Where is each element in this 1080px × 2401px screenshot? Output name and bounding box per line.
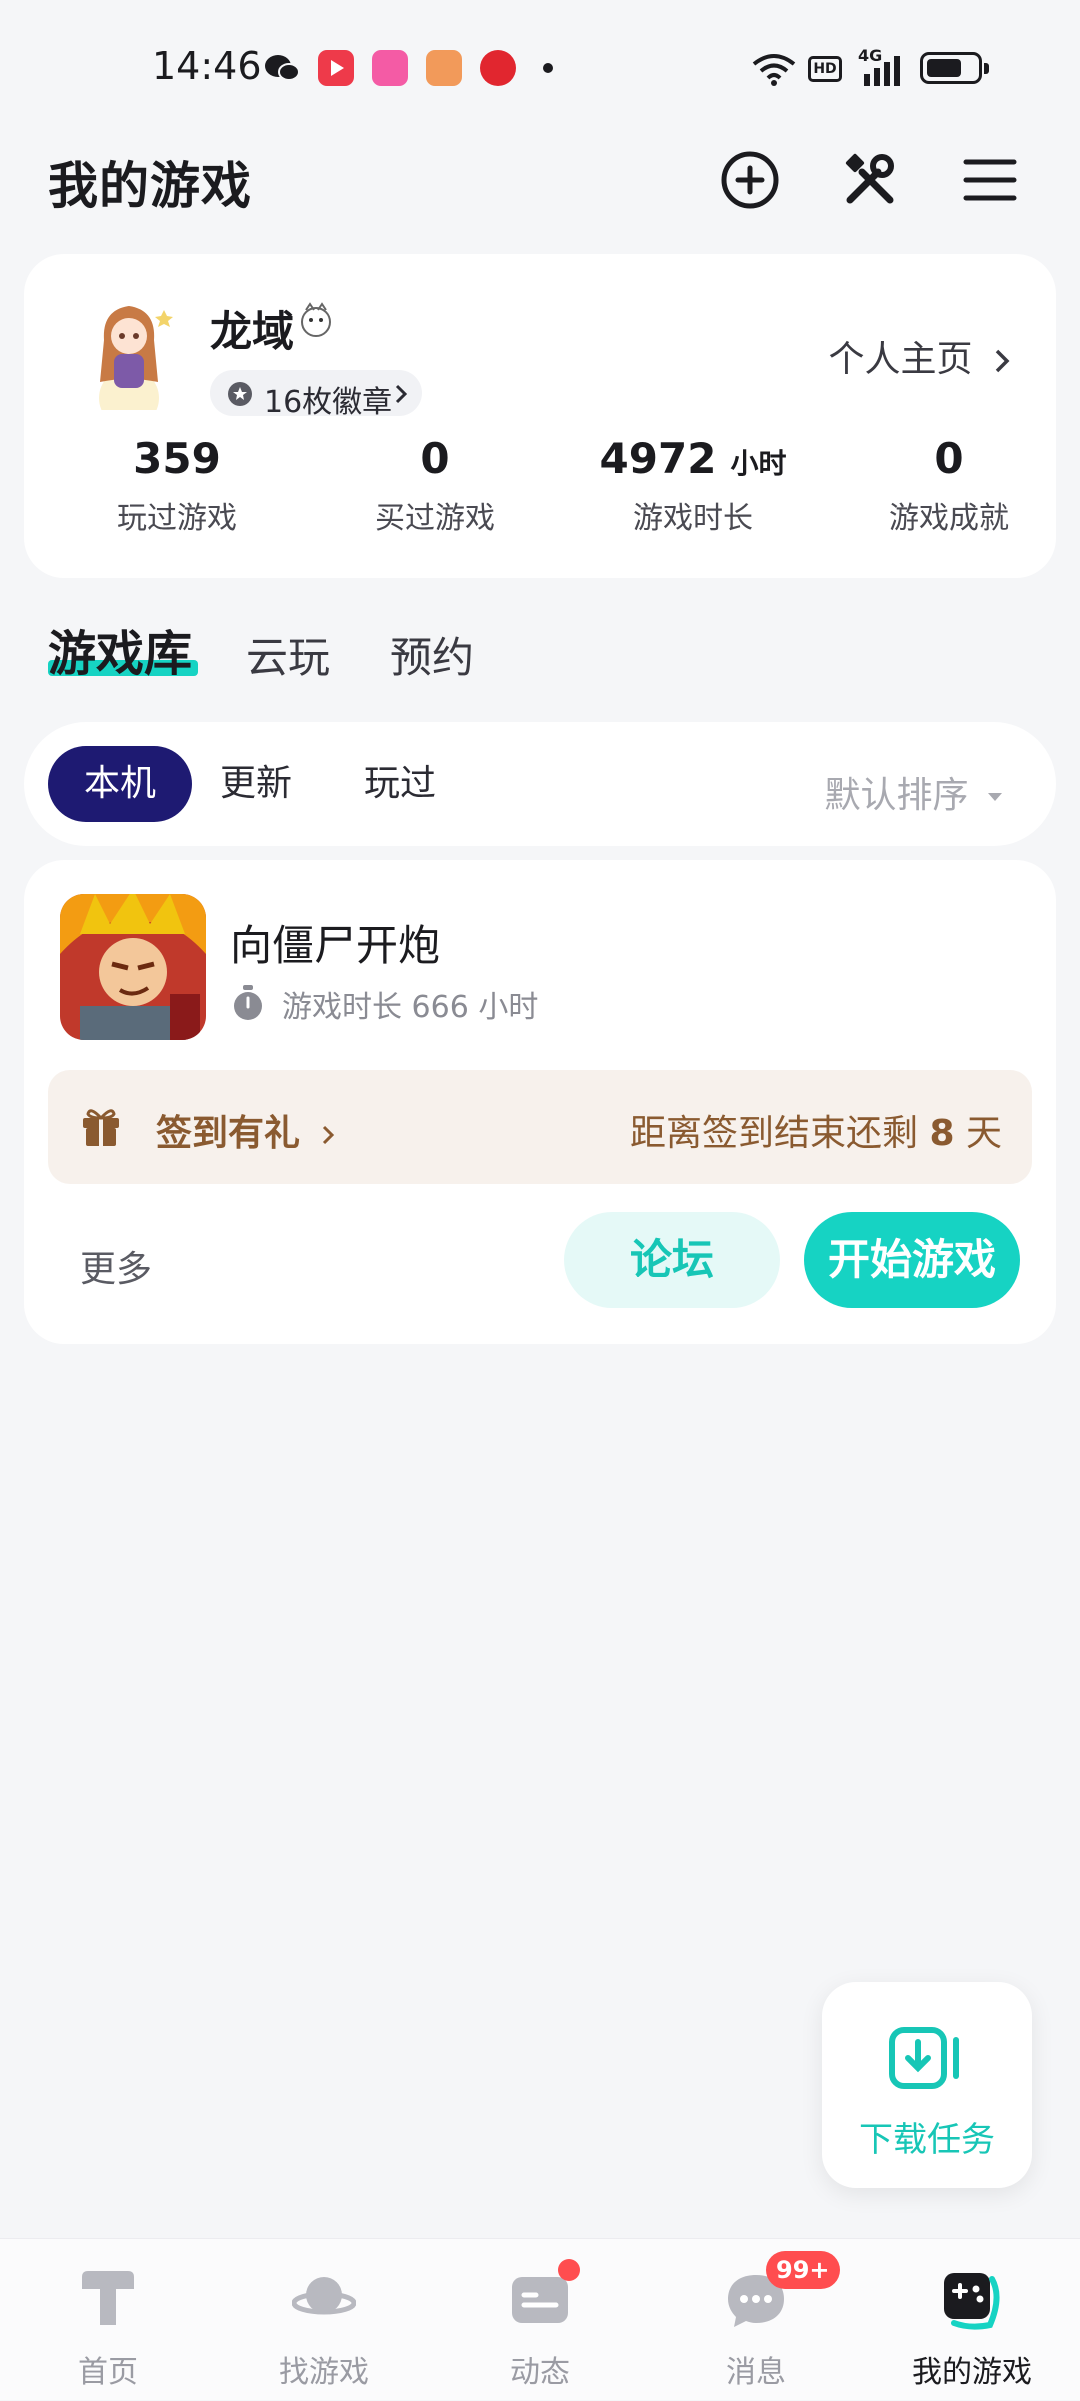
more-button[interactable]: 更多 xyxy=(80,1240,152,1292)
stat-play-time[interactable]: 4972 小时 游戏时长 xyxy=(568,434,818,537)
stat-value: 0 xyxy=(934,434,964,483)
game-app-icon xyxy=(426,50,462,86)
nav-messages[interactable]: 99+ 消息 xyxy=(648,2239,864,2401)
checkin-remaining-prefix: 距离签到结束还剩 xyxy=(630,1113,930,1154)
tab-cloud-play[interactable]: 云玩 xyxy=(246,624,330,685)
tools-icon[interactable] xyxy=(838,148,902,212)
checkin-banner[interactable]: 签到有礼 距离签到结束还剩 8 天 xyxy=(48,1070,1032,1184)
checkin-remaining: 距离签到结束还剩 8 天 xyxy=(630,1104,1002,1156)
menu-icon[interactable] xyxy=(958,148,1022,212)
nav-home[interactable]: 首页 xyxy=(0,2239,216,2401)
more-notifications-dot xyxy=(543,63,553,73)
download-icon xyxy=(889,2027,959,2089)
stat-played-games[interactable]: 359 玩过游戏 xyxy=(52,434,302,537)
chip-local[interactable]: 本机 xyxy=(48,746,192,822)
bottom-nav: 首页 找游戏 动态 99+ 消息 我的游戏 xyxy=(0,2238,1080,2400)
profile-card: 龙域 16枚徽章 个人主页 359 玩过游戏 0 买过游戏 4972 小时 游戏时… xyxy=(24,254,1056,578)
stat-value: 359 xyxy=(133,434,221,483)
video-app-icon xyxy=(318,50,354,86)
gift-icon xyxy=(83,1109,119,1146)
badges-label: 16枚徽章 xyxy=(264,385,393,420)
avatar[interactable] xyxy=(74,290,184,410)
nav-label: 我的游戏 xyxy=(912,2355,1032,2390)
badges-pill[interactable]: 16枚徽章 xyxy=(210,370,422,420)
stat-label: 游戏时长 xyxy=(633,501,753,536)
planet-icon xyxy=(292,2277,356,2315)
shopping-app-icon xyxy=(480,50,516,86)
gamepad-icon xyxy=(944,2273,1000,2330)
bilibili-app-icon xyxy=(372,50,408,86)
game-icon[interactable] xyxy=(60,894,206,1040)
stopwatch-icon xyxy=(234,985,262,1020)
tab-reservation[interactable]: 预约 xyxy=(390,624,474,685)
download-tasks-label: 下载任务 xyxy=(859,2120,995,2160)
stat-label: 玩过游戏 xyxy=(117,501,237,536)
stat-unit: 小时 xyxy=(730,447,787,480)
nav-find-games[interactable]: 找游戏 xyxy=(216,2239,432,2401)
checkin-remaining-suffix: 天 xyxy=(954,1113,1002,1154)
nav-label: 动态 xyxy=(510,2355,570,2390)
nav-label: 找游戏 xyxy=(279,2355,369,2390)
sort-dropdown[interactable]: 默认排序 xyxy=(825,766,1004,818)
chevron-right-icon xyxy=(995,349,1010,373)
add-circle-icon[interactable] xyxy=(718,148,782,212)
nav-feed[interactable]: 动态 xyxy=(432,2239,648,2401)
game-name: 向僵尸开炮 xyxy=(230,921,441,970)
status-bar: 14:46 HD 4G xyxy=(0,0,1080,130)
stat-label: 买过游戏 xyxy=(375,501,495,536)
message-count-badge: 99+ xyxy=(766,2251,840,2289)
tab-game-library[interactable]: 游戏库 xyxy=(48,614,192,684)
wechat-icon xyxy=(265,55,300,81)
chip-updates[interactable]: 更新 xyxy=(206,746,306,822)
checkin-remaining-days: 8 xyxy=(929,1113,955,1154)
stat-achievements[interactable]: 0 游戏成就 xyxy=(824,434,1074,537)
chevron-right-icon xyxy=(322,1125,334,1145)
nickname: 龙域 xyxy=(210,307,295,356)
chevron-right-icon xyxy=(395,384,408,404)
homepage-link-label: 个人主页 xyxy=(828,339,973,380)
notification-dot xyxy=(558,2259,580,2281)
homepage-link[interactable]: 个人主页 xyxy=(829,330,1010,382)
stat-value: 0 xyxy=(420,434,450,483)
stat-label: 游戏成就 xyxy=(889,501,1009,536)
status-time: 14:46 xyxy=(152,44,262,88)
home-icon xyxy=(82,2271,134,2325)
medal-icon xyxy=(228,382,252,406)
battery-icon xyxy=(920,52,989,84)
download-tasks-button[interactable]: 下载任务 xyxy=(822,1982,1032,2188)
start-game-button[interactable]: 开始游戏 xyxy=(804,1212,1020,1308)
nav-label: 消息 xyxy=(726,2355,786,2390)
game-play-time: 游戏时长 666 小时 xyxy=(282,990,539,1025)
nav-my-games[interactable]: 我的游戏 xyxy=(864,2239,1080,2401)
checkin-label: 签到有礼 xyxy=(156,1113,301,1154)
wifi-icon xyxy=(752,54,796,86)
stat-value: 4972 xyxy=(599,434,717,483)
signal-icon xyxy=(864,56,900,86)
checkin-link[interactable]: 签到有礼 xyxy=(156,1104,335,1156)
caret-down-icon xyxy=(988,793,1002,801)
filter-bar: 本机 更新 玩过 默认排序 xyxy=(24,722,1056,846)
game-card: 向僵尸开炮 游戏时长 666 小时 签到有礼 距离签到结束还剩 8 天 更多 论… xyxy=(24,860,1056,1344)
page-title: 我的游戏 xyxy=(48,157,252,215)
forum-button[interactable]: 论坛 xyxy=(564,1212,780,1308)
stat-bought-games[interactable]: 0 买过游戏 xyxy=(310,434,560,537)
nav-label: 首页 xyxy=(78,2355,138,2390)
chip-played[interactable]: 玩过 xyxy=(350,746,450,822)
user-badge-icon xyxy=(301,302,331,337)
hd-badge: HD xyxy=(808,56,842,82)
sort-label: 默认排序 xyxy=(824,775,969,816)
